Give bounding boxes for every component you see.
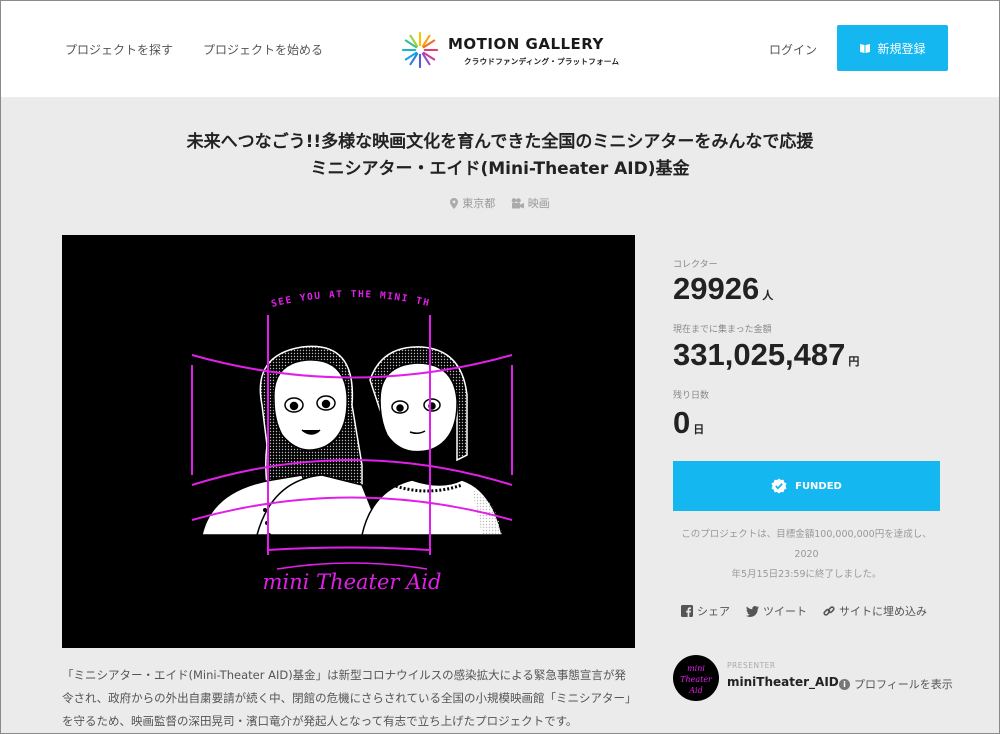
project-tags: 東京都 映画	[1, 195, 999, 212]
facebook-icon	[681, 605, 693, 617]
project-title: 未来へつなごう!!多様な映画文化を育んできた全国のミニシアターをみんなで応援 ミ…	[1, 129, 999, 183]
collectors-label: コレクター	[673, 260, 718, 270]
logo-subtitle: クラウドファンディング・プラットフォーム	[464, 57, 620, 66]
artwork-bottom-text: mini Theater Aid	[263, 570, 442, 594]
twitter-bird-icon	[746, 605, 759, 617]
site-logo[interactable]: MOTION GALLERY クラウドファンディング・プラットフォーム	[401, 29, 619, 73]
info-icon: i	[839, 678, 850, 690]
amount-value: 331,025,487	[673, 337, 846, 372]
view-profile-link[interactable]: i プロフィールを表示	[839, 676, 953, 692]
view-profile-label: プロフィールを表示	[854, 678, 953, 691]
twitter-share-button[interactable]: ツイート	[746, 603, 807, 619]
signup-button[interactable]: 新規登録	[837, 25, 948, 71]
mini-theater-aid-artwork: SEE YOU AT THE MINI THEATER.	[58, 227, 513, 594]
map-pin-icon	[450, 197, 459, 209]
book-icon	[860, 43, 871, 53]
link-icon	[823, 606, 835, 616]
share-row: シェア ツイート サイトに埋め込み	[681, 603, 927, 619]
nav-start-project[interactable]: プロジェクトを始める	[203, 41, 323, 58]
svg-text:Aid: Aid	[688, 686, 702, 695]
funded-note-line1: このプロジェクトは、目標金額100,000,000円を達成し、2020	[681, 529, 932, 560]
days-left-unit: 日	[693, 423, 705, 436]
funded-button[interactable]: FUNDED	[673, 461, 940, 511]
svg-text:mini: mini	[687, 664, 705, 673]
logo-title: MOTION GALLERY	[448, 35, 604, 53]
movie-camera-icon	[511, 197, 524, 208]
presenter-label: PRESENTER	[727, 661, 776, 670]
funded-label: FUNDED	[795, 480, 842, 492]
facebook-share-button[interactable]: シェア	[681, 603, 730, 619]
project-title-line2: ミニシアター・エイド(Mini-Theater AID)基金	[310, 159, 690, 179]
amount-raised: 331,025,487 円	[673, 339, 859, 370]
amount-label: 現在までに集まった金額	[673, 325, 772, 335]
embed-share-button[interactable]: サイトに埋め込み	[823, 603, 927, 619]
collectors-count: 29926 人	[673, 273, 773, 304]
collectors-value: 29926	[673, 271, 760, 306]
signup-label: 新規登録	[877, 41, 926, 56]
site-header: プロジェクトを探す プロジェクトを始める MOTION GALLERY クラウド…	[1, 1, 999, 97]
login-link[interactable]: ログイン	[769, 41, 817, 58]
twitter-share-label: ツイート	[763, 605, 807, 618]
embed-share-label: サイトに埋め込み	[839, 605, 927, 618]
amount-unit: 円	[848, 355, 860, 368]
funded-note: このプロジェクトは、目標金額100,000,000円を達成し、2020 年5月1…	[673, 525, 940, 585]
days-left-value: 0	[673, 405, 691, 440]
location-label: 東京都	[462, 197, 496, 210]
days-left-label: 残り日数	[673, 391, 710, 401]
category-tag[interactable]: 映画	[511, 195, 550, 211]
location-tag[interactable]: 東京都	[450, 195, 495, 211]
artwork-top-text: SEE YOU AT THE MINI THEATER.	[62, 235, 431, 310]
project-main: 未来へつなごう!!多様な映画文化を育んできた全国のミニシアターをみんなで応援 ミ…	[1, 97, 999, 733]
funded-note-line2: 年5月15日23:59に終了しました。	[731, 569, 882, 580]
funded-check-badge-icon	[771, 478, 787, 494]
logo-burst-icon	[401, 31, 439, 69]
collectors-unit: 人	[762, 289, 774, 302]
project-hero-image[interactable]: SEE YOU AT THE MINI THEATER.	[58, 227, 635, 648]
presenter-name[interactable]: miniTheater_AID	[727, 675, 839, 689]
facebook-share-label: シェア	[697, 605, 730, 618]
days-left: 0日	[673, 407, 704, 438]
category-label: 映画	[527, 197, 550, 210]
presenter-avatar-image: mini Theater Aid	[680, 664, 713, 695]
project-title-line1: 未来へつなごう!!多様な映画文化を育んできた全国のミニシアターをみんなで応援	[186, 132, 814, 152]
project-description: 「ミニシアター・エイド(Mini-Theater AID)基金」は新型コロナウイ…	[62, 668, 631, 728]
svg-text:Theater: Theater	[680, 675, 713, 684]
presenter-avatar[interactable]: mini Theater Aid	[673, 655, 719, 701]
nav-explore-projects[interactable]: プロジェクトを探す	[65, 41, 173, 58]
